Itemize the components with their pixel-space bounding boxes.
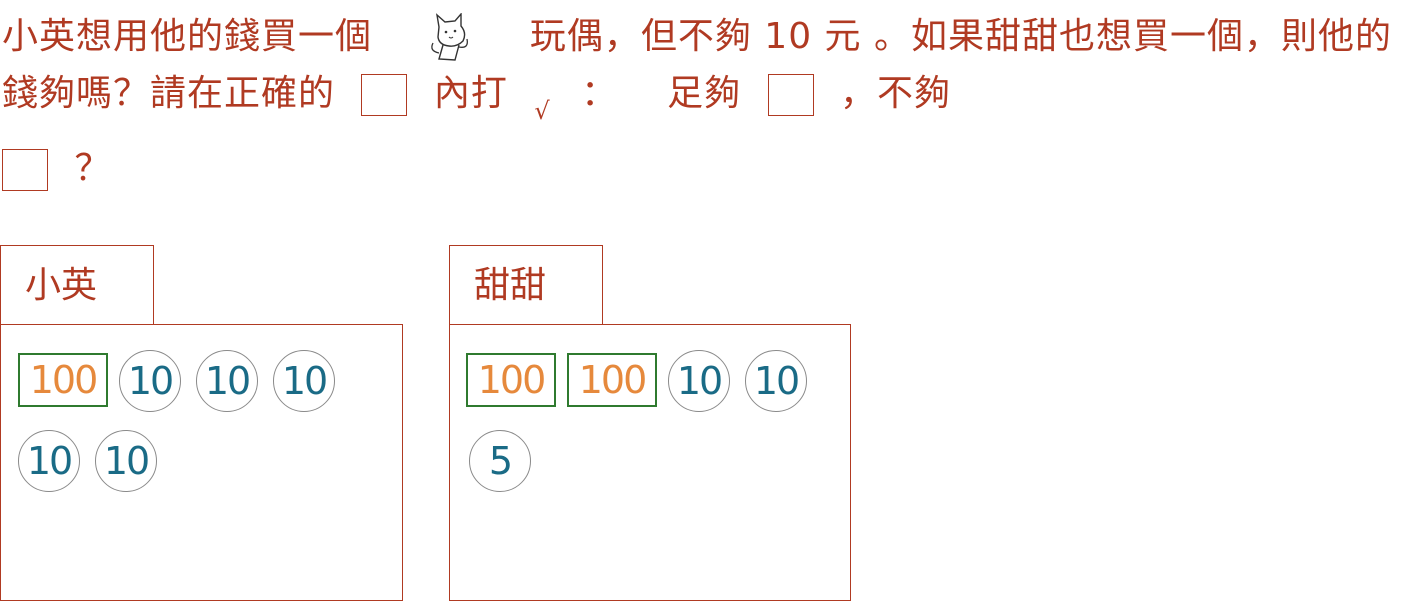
option-enough-label: 足夠 <box>667 73 742 114</box>
question-end-mark: ？ <box>74 148 112 189</box>
banknote: 100 <box>466 353 556 407</box>
panel-tab-tiantian: 甜甜 <box>449 245 603 324</box>
coin: 10 <box>119 350 181 412</box>
not-enough-checkbox[interactable] <box>2 149 48 191</box>
question-text: 小英想用他的錢買一個 玩偶，但不夠 10 元 。如果甜甜也想買一個，則他的錢夠嗎… <box>2 8 1412 197</box>
coin: 10 <box>273 350 335 412</box>
coin: 10 <box>668 350 730 412</box>
coin: 10 <box>196 350 258 412</box>
enough-checkbox[interactable] <box>767 74 814 116</box>
check-mark-icon: √ <box>534 97 551 125</box>
panel-name: 小英 <box>25 265 98 306</box>
coin: 10 <box>18 430 80 492</box>
question-segment-2: 玩偶，但不夠 <box>529 16 752 57</box>
question-segment-1: 小英想用他的錢買一個 <box>2 16 373 57</box>
coin: 10 <box>95 430 157 492</box>
option-not-enough-label: ，不夠 <box>839 73 951 114</box>
panel-tab-xiaoying: 小英 <box>0 245 154 324</box>
panel-name: 甜甜 <box>474 265 547 306</box>
banknote: 100 <box>18 353 108 407</box>
coin: 10 <box>745 350 807 412</box>
question-segment-4: 內打 <box>433 73 508 114</box>
coin: 5 <box>469 430 531 492</box>
cat-doll-icon <box>431 13 468 61</box>
question-segment-5: ： <box>581 73 619 114</box>
example-checkbox <box>361 74 408 116</box>
price-amount: 10 元 <box>764 16 862 57</box>
banknote: 100 <box>567 353 657 407</box>
